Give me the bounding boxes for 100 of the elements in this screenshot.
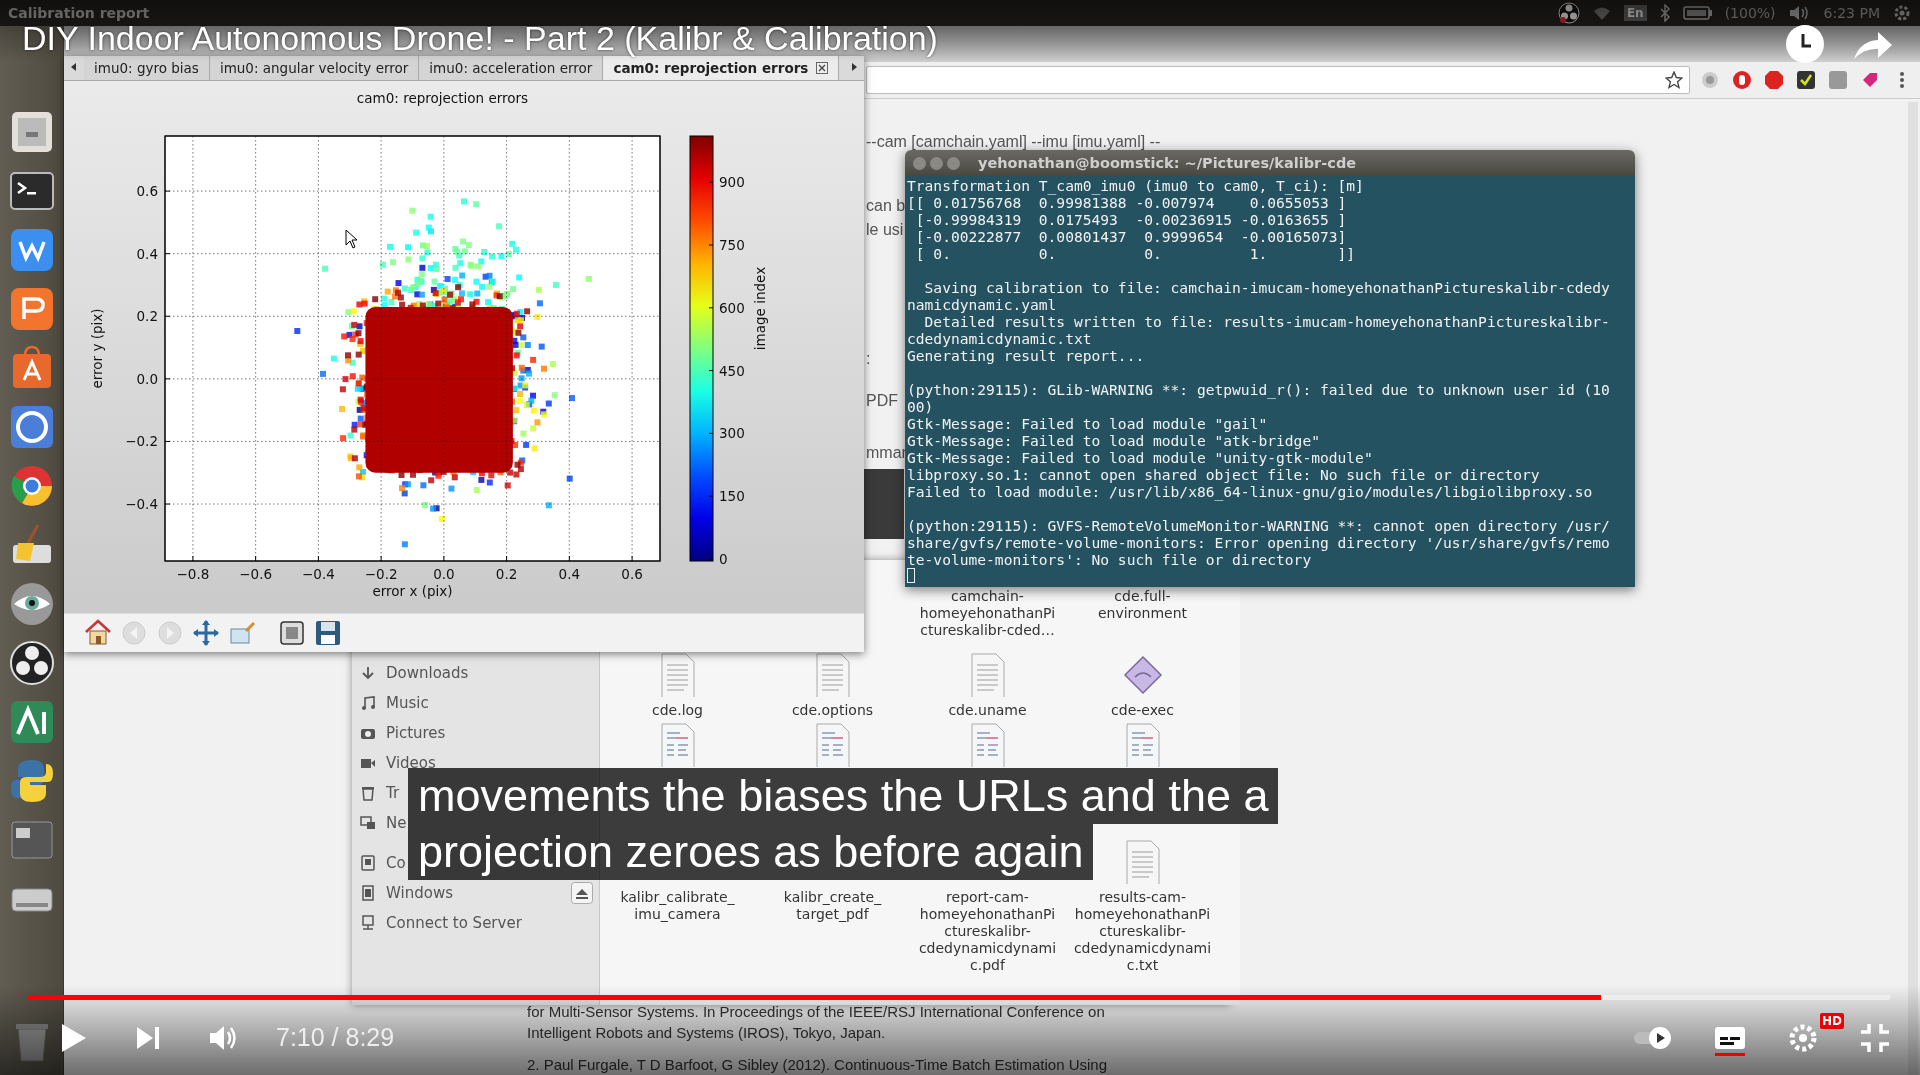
subtitle-caption: movements the biases the URLs and the a bbox=[408, 768, 1279, 824]
music-icon bbox=[360, 695, 376, 711]
file-name[interactable]: camchain- homeyehonathanPi ctureskalibr-cded… bbox=[919, 588, 1056, 639]
terminal-output: Generating result report... bbox=[907, 347, 1146, 364]
terminal-output: Transformation T_cam0_imu0 (imu0 to cam0, T_ci): [m] bbox=[907, 177, 1365, 194]
y-tick-label: −0.4 bbox=[125, 496, 158, 513]
x-tick-label: −0.6 bbox=[239, 566, 273, 582]
x-tick-label: 0.4 bbox=[558, 566, 581, 582]
file-name[interactable]: report-cam- homeyehonathanPi ctureskalibr- cdedynamicdynami c.pdf bbox=[918, 889, 1057, 974]
page-text: PDF bbox=[866, 392, 898, 411]
dark-panel bbox=[864, 469, 904, 539]
file-name[interactable]: results-cam- homeyehonathanPi ctureskalibr- cdedynamicdynami c.txt bbox=[1073, 889, 1212, 974]
file-name[interactable]: cde.log bbox=[652, 702, 703, 719]
terminal-output: share/gvfs/remote-volume-monitors: Error opening directory '/usr/share/gvfs/remo bbox=[907, 534, 1611, 551]
sidebar-item[interactable]: Co bbox=[386, 854, 406, 872]
chart-title: cam0: reprojection errors bbox=[356, 90, 529, 106]
server-icon bbox=[360, 915, 376, 931]
terminal-output: Failed to load module: /usr/lib/x86_64-linux-gnu/gio/modules/libgiolibproxy.so bbox=[907, 483, 1594, 500]
colorbar-tick-label: 900 bbox=[719, 174, 745, 191]
x-tick-label: −0.2 bbox=[364, 566, 398, 582]
tab[interactable]: imu0: gyro bias bbox=[84, 56, 210, 80]
tab[interactable]: imu0: angular velocity error bbox=[209, 56, 420, 80]
time-display: 7:10 / 8:29 bbox=[276, 1023, 395, 1052]
file-name[interactable]: cde.full- environment bbox=[1097, 588, 1188, 622]
subtitle-caption: projection zeroes as before again bbox=[408, 824, 1094, 880]
file-name[interactable]: cde-exec bbox=[1111, 702, 1174, 719]
x-tick-label: 0.2 bbox=[495, 566, 518, 582]
sidebar-item[interactable]: Pictures bbox=[386, 724, 446, 742]
address-field[interactable] bbox=[866, 66, 1690, 94]
sidebar-item[interactable]: Ne bbox=[386, 814, 407, 832]
window-title: yehonathan@boomstick: ~/Pictures/kalibr-cde bbox=[978, 155, 1357, 171]
terminal-output: Saving calibration to file: camchain-imucam-homeyehonathanPictureskalibr-cdedy bbox=[923, 279, 1611, 296]
battery-percentage: (100%) bbox=[1724, 5, 1776, 21]
reference-text: for Multi-Sensor Systems. In Proceedings of the IEEE/RSJ International Conference on bbox=[527, 1002, 1105, 1022]
check-extension-icon[interactable] bbox=[1796, 70, 1816, 90]
file-name[interactable]: kalibr_calibrate_ imu_camera bbox=[620, 889, 735, 923]
terminal-output: (python:29115): GVFS-RemoteVolumeMonitor-WARNING **: cannot open directory /usr/ bbox=[907, 517, 1611, 534]
aperture-icon[interactable] bbox=[7, 639, 56, 687]
terminal-output: 00) bbox=[907, 398, 935, 415]
y-tick-label: 0.4 bbox=[136, 245, 158, 262]
colorbar-tick-label: 600 bbox=[719, 299, 745, 316]
eject-button[interactable] bbox=[571, 882, 593, 904]
page-text: --cam [camchain.yaml] --imu [imu.yaml] -- bbox=[866, 133, 1161, 152]
terminal-output: cdedynamicdynamic.txt bbox=[907, 330, 1093, 347]
autoplay-toggle[interactable] bbox=[1632, 1025, 1674, 1050]
reference-text: 2. Paul Furgale, T D Barfoot, G Sibley (2012). Continuous-Time Batch Estimation Using bbox=[527, 1055, 1107, 1075]
text-cursor bbox=[907, 568, 915, 583]
terminal-output: [[ 0.01756768 0.99981388 -0.007974 0.0655053 ] bbox=[907, 194, 1348, 211]
save-icon[interactable] bbox=[314, 619, 342, 647]
sidebar-item[interactable]: Connect to Server bbox=[386, 914, 522, 932]
progress-bar[interactable] bbox=[28, 995, 1890, 1000]
sidebar-item[interactable]: Tr bbox=[386, 784, 400, 802]
settings-icon[interactable] bbox=[1892, 3, 1912, 23]
sidebar-item[interactable]: Downloads bbox=[386, 664, 469, 682]
sidebar-item[interactable]: Windows bbox=[386, 884, 453, 902]
terminal-output: [-0.00222877 0.00801437 0.9999654 -0.00165073] bbox=[914, 228, 1348, 245]
tab[interactable]: imu0: acceleration error bbox=[419, 56, 604, 80]
reference-text: Intelligent Robots and Systems (IROS), Tokyo, Japan. bbox=[527, 1023, 886, 1043]
x-tick-label: −0.8 bbox=[176, 566, 210, 582]
colorbar-tick-label: 0 bbox=[719, 551, 728, 567]
stop-sign-extension-icon[interactable] bbox=[1764, 70, 1784, 90]
bluetooth-icon[interactable] bbox=[1658, 4, 1671, 22]
page-text: le usi bbox=[866, 221, 904, 240]
y-tick-label: −0.2 bbox=[125, 433, 158, 450]
close-icon[interactable] bbox=[816, 62, 829, 74]
window-title: Calibration report bbox=[8, 5, 150, 21]
back-icon bbox=[120, 619, 148, 647]
y-tick-label: 0.6 bbox=[136, 183, 158, 200]
sidebar-item[interactable]: Music bbox=[386, 694, 429, 712]
file-name[interactable]: cde.options bbox=[791, 702, 874, 719]
star-icon[interactable] bbox=[1665, 71, 1683, 89]
file-name[interactable]: cde.uname bbox=[948, 702, 1027, 719]
terminal-output: [ 0. 0. 0. 1. ]] bbox=[914, 245, 1357, 262]
clock-icon[interactable] bbox=[1785, 24, 1825, 64]
terminal-output: namicdynamic.yaml bbox=[907, 296, 1058, 313]
colorbar-tick-label: 450 bbox=[719, 362, 745, 379]
colorbar-tick-label: 750 bbox=[719, 237, 745, 253]
x-tick-label: 0.6 bbox=[621, 566, 643, 582]
download-icon bbox=[360, 665, 376, 681]
mouse-cursor-icon bbox=[345, 229, 359, 249]
scrollbar[interactable] bbox=[1908, 102, 1918, 1075]
subplots-icon[interactable] bbox=[278, 619, 306, 647]
tab[interactable]: cam0: reprojection errors bbox=[603, 56, 840, 80]
colorbar-tick-label: 150 bbox=[719, 488, 745, 505]
move-icon[interactable] bbox=[192, 619, 220, 647]
terminal-output: libproxy.so.1: cannot open shared object file: No such file or directory bbox=[907, 466, 1541, 483]
terminal-output: (python:29115): GLib-WARNING **: getpwuid_r(): failed due to unknown user id (10 bbox=[907, 381, 1611, 398]
battery-icon[interactable] bbox=[1682, 5, 1713, 21]
y-tick-label: 0.0 bbox=[136, 370, 158, 387]
quality-badge: HD bbox=[1820, 1012, 1844, 1029]
terminal-output: Gtk-Message: Failed to load module "gail" bbox=[907, 415, 1269, 432]
file-name[interactable]: kalibr_create_ target_pdf bbox=[783, 889, 882, 923]
page-text: can b bbox=[866, 197, 906, 216]
y-axis-label: error y (pix) bbox=[89, 308, 105, 389]
forward-icon bbox=[156, 619, 184, 647]
terminal-output: Detailed results written to file: results-imucam-homeyehonathanPictureskalibr- bbox=[923, 313, 1611, 330]
page-text: : bbox=[866, 350, 871, 369]
terminal-output: te-volume-monitors': No such file or directory bbox=[907, 551, 1313, 568]
home-icon[interactable] bbox=[84, 619, 112, 647]
computer-icon bbox=[360, 855, 376, 871]
